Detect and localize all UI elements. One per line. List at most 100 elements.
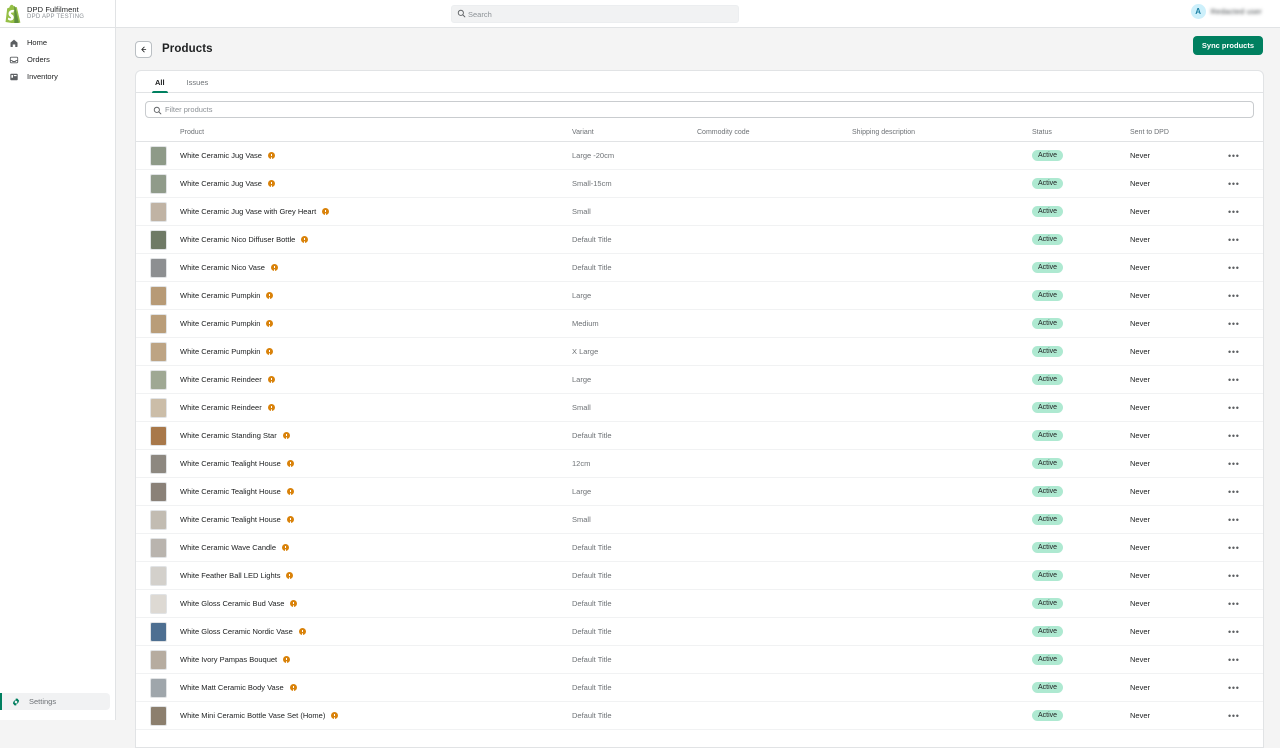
cell-product: White Ivory Pampas Bouquet — [180, 646, 572, 674]
table-row[interactable]: White Ceramic Jug VaseLarge -20cmActiveN… — [136, 142, 1264, 170]
account-menu[interactable]: A Redacted user — [1191, 4, 1262, 19]
cell-product: White Ceramic Jug Vase with Grey Heart — [180, 198, 572, 226]
sidebar-item-home[interactable]: Home — [0, 34, 109, 51]
warning-icon[interactable] — [286, 572, 293, 579]
warning-icon[interactable] — [287, 516, 294, 523]
tab-all[interactable]: All — [144, 71, 176, 93]
warning-icon[interactable] — [266, 348, 273, 355]
table-row[interactable]: White Feather Ball LED LightsDefault Tit… — [136, 562, 1264, 590]
ellipsis-icon[interactable]: ••• — [1228, 599, 1240, 609]
status-badge: Active — [1032, 318, 1063, 330]
table-row[interactable]: White Ceramic ReindeerLargeActiveNever••… — [136, 366, 1264, 394]
warning-icon[interactable] — [299, 628, 306, 635]
filter-products-input[interactable]: Filter products — [145, 101, 1254, 118]
product-name: White Ceramic Pumpkin — [180, 291, 260, 300]
warning-icon[interactable] — [287, 488, 294, 495]
warning-icon[interactable] — [287, 460, 294, 467]
ellipsis-icon[interactable]: ••• — [1228, 711, 1240, 721]
warning-icon[interactable] — [268, 404, 275, 411]
ellipsis-icon[interactable]: ••• — [1228, 375, 1240, 385]
ellipsis-icon[interactable]: ••• — [1228, 291, 1240, 301]
warning-icon[interactable] — [268, 152, 275, 159]
tab-issues[interactable]: Issues — [176, 71, 220, 93]
ellipsis-icon[interactable]: ••• — [1228, 347, 1240, 357]
sidebar-item-settings[interactable]: Settings — [0, 693, 110, 710]
ellipsis-icon[interactable]: ••• — [1228, 235, 1240, 245]
sidebar-item-label: Home — [27, 38, 47, 47]
ellipsis-icon[interactable]: ••• — [1228, 459, 1240, 469]
table-row[interactable]: White Gloss Ceramic Nordic VaseDefault T… — [136, 618, 1264, 646]
sidebar-item-inventory[interactable]: Inventory — [0, 68, 109, 85]
cell-status: Active — [1032, 366, 1130, 394]
ellipsis-icon[interactable]: ••• — [1228, 515, 1240, 525]
cell-actions: ••• — [1228, 646, 1264, 674]
column-header-sent-to-dpd: Sent to DPD — [1130, 125, 1228, 142]
cell-variant: Default Title — [572, 646, 697, 674]
cell-status: Active — [1032, 646, 1130, 674]
cell-actions: ••• — [1228, 534, 1264, 562]
warning-icon[interactable] — [322, 208, 329, 215]
table-row[interactable]: White Ceramic Standing StarDefault Title… — [136, 422, 1264, 450]
ellipsis-icon[interactable]: ••• — [1228, 487, 1240, 497]
sync-products-button[interactable]: Sync products — [1193, 36, 1263, 55]
table-row[interactable]: White Ceramic PumpkinX LargeActiveNever•… — [136, 338, 1264, 366]
global-search[interactable]: Search — [451, 5, 739, 23]
warning-icon[interactable] — [268, 376, 275, 383]
ellipsis-icon[interactable]: ••• — [1228, 543, 1240, 553]
table-row[interactable]: White Matt Ceramic Body VaseDefault Titl… — [136, 674, 1264, 702]
warning-icon[interactable] — [271, 264, 278, 271]
ellipsis-icon[interactable]: ••• — [1228, 683, 1240, 693]
variant-value: Large — [572, 375, 591, 384]
warning-icon[interactable] — [283, 432, 290, 439]
search-input[interactable]: Search — [451, 5, 739, 23]
table-row[interactable]: White Ceramic Jug Vase with Grey HeartSm… — [136, 198, 1264, 226]
product-name: White Matt Ceramic Body Vase — [180, 683, 284, 692]
warning-icon[interactable] — [290, 600, 297, 607]
cell-product: White Ceramic Nico Vase — [180, 254, 572, 282]
ellipsis-icon[interactable]: ••• — [1228, 571, 1240, 581]
top-bar: DPD Fulfilment DPD APP TESTING Search A … — [0, 0, 1280, 28]
warning-icon[interactable] — [331, 712, 338, 719]
table-row[interactable]: White Ceramic Tealight House12cmActiveNe… — [136, 450, 1264, 478]
sidebar-item-orders[interactable]: Orders — [0, 51, 109, 68]
table-row[interactable]: White Mini Ceramic Bottle Vase Set (Home… — [136, 702, 1264, 730]
product-name: White Feather Ball LED Lights — [180, 571, 280, 580]
warning-icon[interactable] — [268, 180, 275, 187]
ellipsis-icon[interactable]: ••• — [1228, 403, 1240, 413]
cell-variant: Default Title — [572, 534, 697, 562]
ellipsis-icon[interactable]: ••• — [1228, 319, 1240, 329]
warning-icon[interactable] — [290, 684, 297, 691]
table-row[interactable]: White Ceramic Wave CandleDefault TitleAc… — [136, 534, 1264, 562]
table-row[interactable]: White Ceramic PumpkinMediumActiveNever••… — [136, 310, 1264, 338]
sent-to-dpd-value: Never — [1130, 151, 1150, 160]
warning-icon[interactable] — [266, 320, 273, 327]
ellipsis-icon[interactable]: ••• — [1228, 431, 1240, 441]
table-row[interactable]: White Ceramic Nico Diffuser BottleDefaul… — [136, 226, 1264, 254]
status-badge: Active — [1032, 626, 1063, 638]
ellipsis-icon[interactable]: ••• — [1228, 179, 1240, 189]
warning-icon[interactable] — [282, 544, 289, 551]
cell-commodity-code — [697, 674, 852, 702]
table-row[interactable]: White Ceramic PumpkinLargeActiveNever••• — [136, 282, 1264, 310]
ellipsis-icon[interactable]: ••• — [1228, 151, 1240, 161]
table-row[interactable]: White Ceramic ReindeerSmallActiveNever••… — [136, 394, 1264, 422]
product-thumbnail — [150, 370, 167, 390]
table-row[interactable]: White Ceramic Nico VaseDefault TitleActi… — [136, 254, 1264, 282]
warning-icon[interactable] — [266, 292, 273, 299]
cell-shipping-description — [852, 674, 1032, 702]
table-row[interactable]: White Ivory Pampas BouquetDefault Title A… — [136, 646, 1264, 674]
table-row[interactable]: White Ceramic Tealight HouseSmallActiveN… — [136, 506, 1264, 534]
warning-icon[interactable] — [283, 656, 290, 663]
table-row[interactable]: White Ceramic Jug VaseSmall-15cmActiveNe… — [136, 170, 1264, 198]
table-row[interactable]: White Gloss Ceramic Bud VaseDefault Titl… — [136, 590, 1264, 618]
cell-shipping-description — [852, 226, 1032, 254]
ellipsis-icon[interactable]: ••• — [1228, 627, 1240, 637]
cell-sent-to-dpd: Never — [1130, 646, 1228, 674]
ellipsis-icon[interactable]: ••• — [1228, 655, 1240, 665]
table-row[interactable]: White Ceramic Tealight HouseLargeActiveN… — [136, 478, 1264, 506]
warning-icon[interactable] — [301, 236, 308, 243]
ellipsis-icon[interactable]: ••• — [1228, 207, 1240, 217]
cell-variant: Large — [572, 366, 697, 394]
back-button[interactable] — [135, 41, 152, 58]
ellipsis-icon[interactable]: ••• — [1228, 263, 1240, 273]
